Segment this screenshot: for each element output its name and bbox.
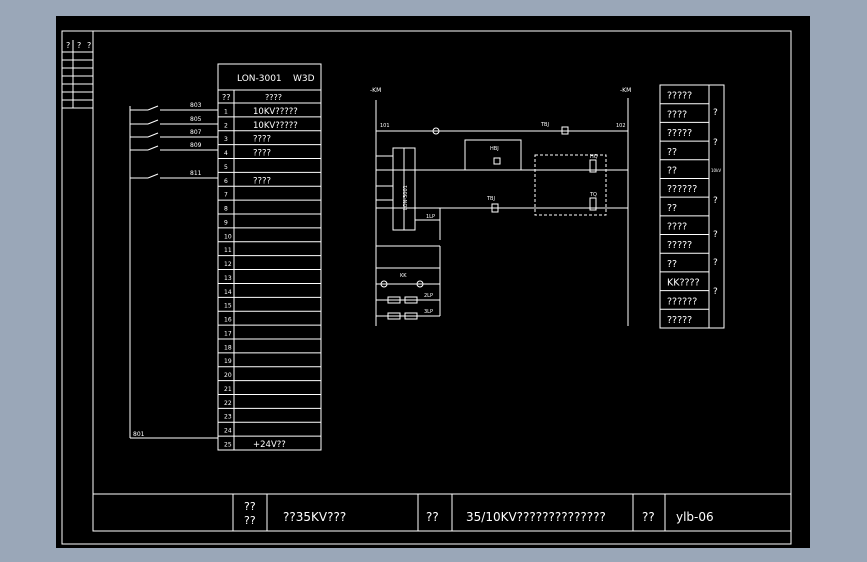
wire-803: 803: [190, 102, 202, 109]
legend-cell: ??: [667, 147, 677, 158]
project-name: ??35KV???: [283, 510, 346, 524]
terminal-number: 17: [224, 330, 232, 337]
terminal-description: ????: [253, 176, 271, 186]
terminal-number: 12: [224, 261, 232, 268]
drawing-number: ylb-06: [676, 510, 714, 524]
title-label-a-line1: ??: [244, 500, 256, 513]
terminal-number: 14: [224, 289, 232, 296]
terminal-number: 10: [224, 233, 232, 240]
terminal-description: ????: [253, 135, 271, 145]
device-label: LON-3001: [403, 185, 409, 210]
legend-mark: ?: [713, 108, 718, 118]
legend-mark: ?: [713, 287, 718, 297]
legend-note: 10kV: [711, 168, 721, 173]
legend-cell: ?????: [667, 128, 692, 139]
wire-807: 807: [190, 129, 202, 136]
node-101: 101: [380, 123, 390, 129]
wire-801: 801: [133, 431, 145, 438]
node-102: 102: [616, 123, 626, 129]
terminal-number: 22: [224, 400, 232, 407]
terminal-number: 9: [224, 219, 228, 226]
trip-relay-label-2: TBJ: [486, 196, 495, 202]
legend-cell: ??????: [667, 184, 697, 195]
terminal-number: 18: [224, 344, 232, 351]
close-coil-label: HQ: [590, 154, 598, 160]
terminal-number: 21: [224, 386, 232, 393]
terminal-number: 20: [224, 372, 232, 379]
terminal-number: 3: [224, 136, 228, 143]
title-label-c: ??: [642, 510, 655, 524]
terminal-description: 10KV?????: [253, 107, 298, 117]
terminal-number: 25: [224, 442, 232, 449]
legend-cell: KK????: [667, 278, 700, 289]
legend-mark: ?: [713, 196, 718, 206]
hold-relay-label: HBJ: [490, 146, 499, 152]
terminal-number: 8: [224, 206, 228, 213]
terminal-number: 1: [224, 108, 228, 115]
legend-cell: ?????: [667, 91, 692, 102]
switch-label: KK: [400, 273, 407, 279]
terminal-number: 11: [224, 247, 232, 254]
terminal-number: 5: [224, 164, 228, 171]
title-label-b: ??: [426, 510, 439, 524]
legend-mark: ?: [713, 258, 718, 268]
terminal-number: 4: [224, 150, 228, 157]
plate-3-label: 3LP: [424, 309, 433, 315]
legend-mark: ?: [713, 230, 718, 240]
col1-header: ??: [222, 93, 231, 102]
terminal-number: 24: [224, 428, 232, 435]
wire-811: 811: [190, 170, 202, 177]
drawing-title: 35/10KV??????????????: [466, 510, 606, 524]
device-name: LON-3001: [237, 74, 282, 84]
legend-cell: ????: [667, 109, 687, 120]
terminal-description: +24V??: [253, 440, 286, 450]
revision-header-1: ?: [66, 41, 70, 50]
legend-mark: ?: [713, 138, 718, 148]
plate-1-label: 1LP: [426, 214, 435, 220]
terminal-description: ????: [253, 149, 271, 159]
wire-809: 809: [190, 142, 202, 149]
revision-header-3: ?: [87, 41, 91, 50]
revision-header-2: ?: [77, 41, 81, 50]
legend-cell: ??????: [667, 296, 697, 307]
legend-cell: ??: [667, 203, 677, 214]
terminal-number: 23: [224, 414, 232, 421]
right-bus-label: -KM: [620, 87, 631, 94]
left-bus-label: -KM: [370, 87, 381, 94]
terminal-number: 16: [224, 317, 232, 324]
terminal-number: 15: [224, 303, 232, 310]
trip-relay-label: TBJ: [540, 122, 549, 128]
legend-cell: ?????: [667, 315, 692, 326]
terminal-number: 7: [224, 192, 228, 199]
plate-2-label: 2LP: [424, 293, 433, 299]
terminal-number: 19: [224, 358, 232, 365]
terminal-number: 2: [224, 122, 228, 129]
legend-cell: ??: [667, 165, 677, 176]
terminal-number: 6: [224, 178, 228, 185]
trip-coil-label: TQ: [589, 192, 597, 198]
cad-drawing: ? ? ? ?? ?? ??35KV??? ?? 35/10KV????????…: [56, 16, 810, 548]
wire-805: 805: [190, 116, 202, 123]
title-label-a-line2: ??: [244, 514, 256, 527]
terminal-description: 10KV?????: [253, 121, 298, 131]
legend-cell: ????: [667, 222, 687, 233]
legend-cell: ?????: [667, 240, 692, 251]
terminal-number: 13: [224, 275, 232, 282]
legend-cell: ??: [667, 259, 677, 270]
device-code: W3D: [293, 74, 315, 84]
col2-header: ????: [265, 93, 282, 102]
